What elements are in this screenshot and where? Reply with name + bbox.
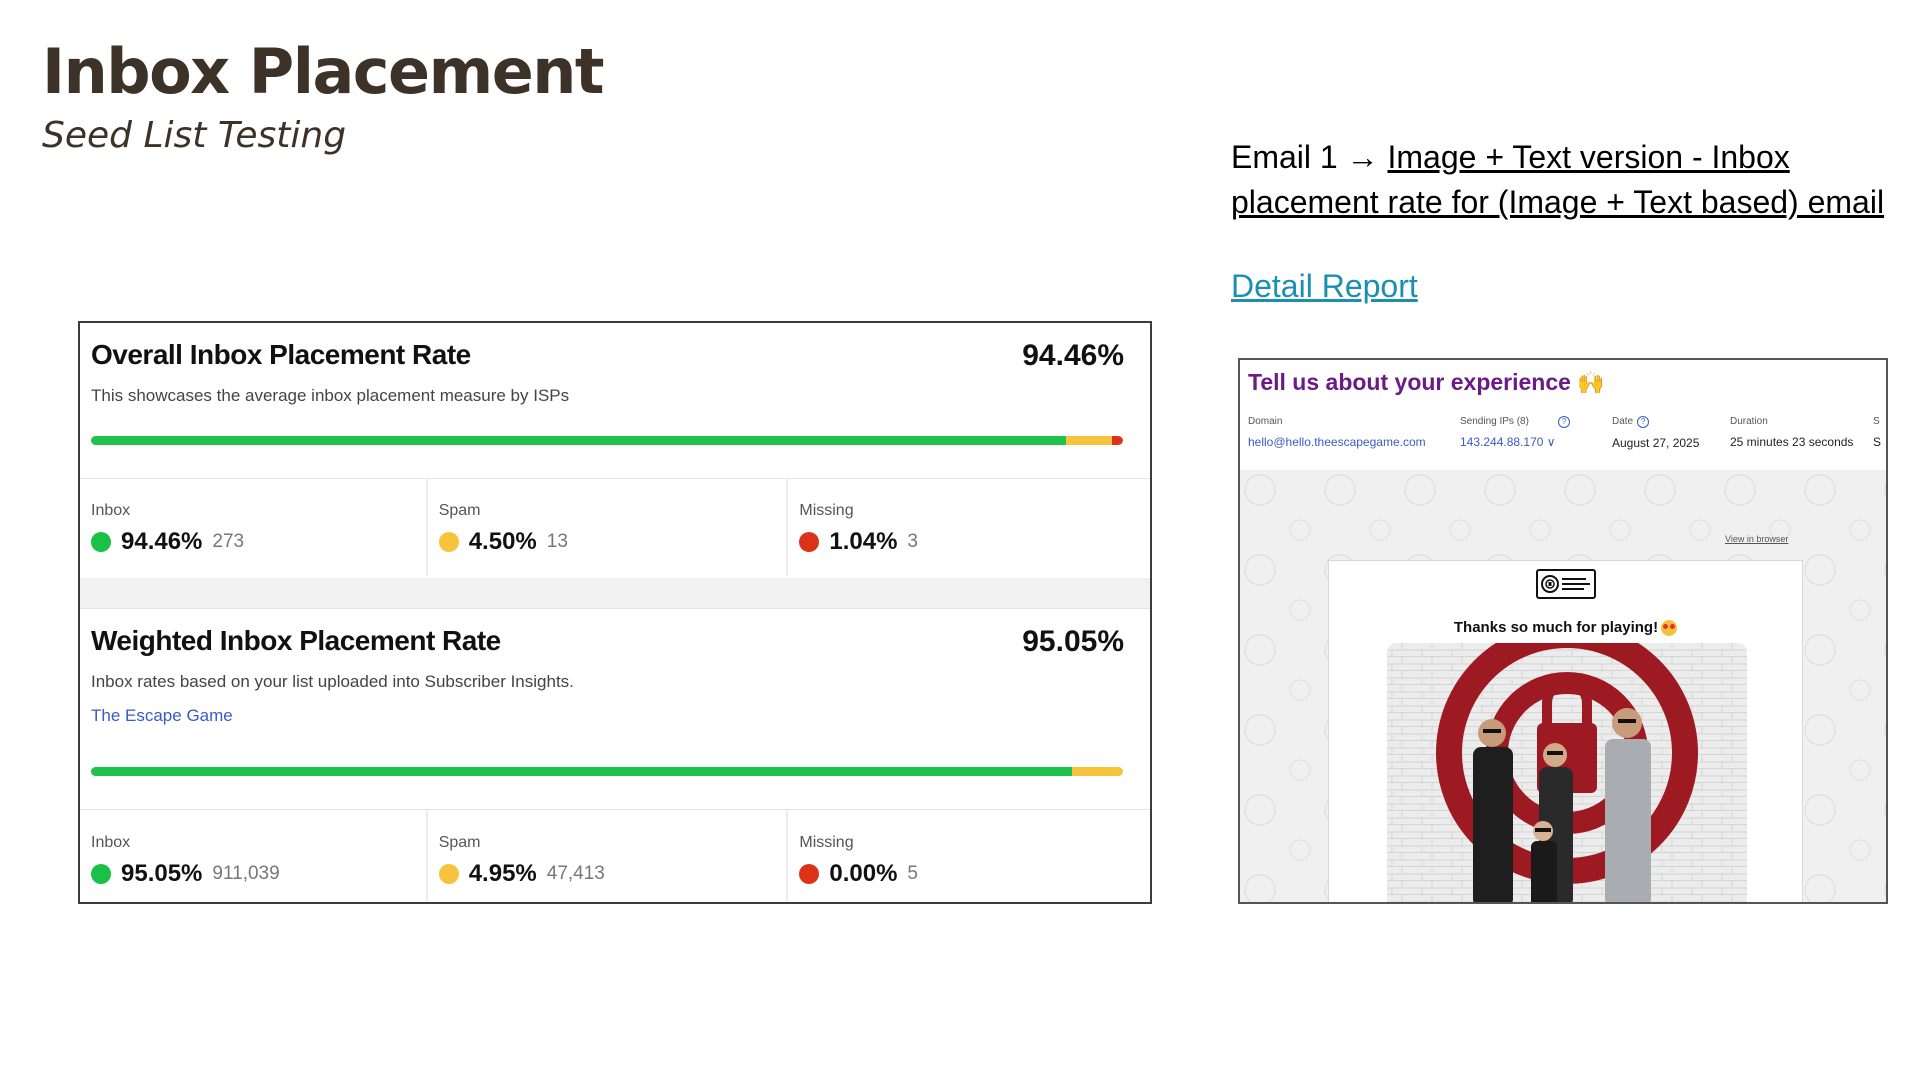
email-preview-title: Tell us about your experience 🙌 xyxy=(1248,369,1604,396)
metric-value: 95.05% 911,039 xyxy=(91,860,280,888)
overall-metric-inbox: Inbox 94.46% 273 xyxy=(80,478,428,576)
overall-title: Overall Inbox Placement Rate xyxy=(91,339,471,370)
overall-distribution-bar xyxy=(91,436,1123,445)
green-status-dot-icon xyxy=(91,864,111,884)
chevron-down-icon: ∨ xyxy=(1546,435,1556,449)
overall-bar-inbox-segment xyxy=(91,436,1066,445)
family-photo-illustration xyxy=(1387,643,1747,902)
escape-game-link[interactable]: The Escape Game xyxy=(91,706,233,726)
metric-value: 1.04% 3 xyxy=(799,528,918,556)
hands-emoji-icon: 🙌 xyxy=(1576,370,1605,395)
duration-label: Duration xyxy=(1730,416,1768,427)
yellow-status-dot-icon xyxy=(438,532,459,552)
heart-eyes-emoji-icon xyxy=(1661,620,1678,637)
metric-percent: 4.50% xyxy=(468,528,537,555)
weighted-description: Inbox rates based on your list uploaded … xyxy=(91,672,574,691)
overall-rate: 94.46% xyxy=(1022,339,1124,372)
meta-sending-ips: Sending IPs (8) 143.244.88.170 ∨ xyxy=(1460,416,1556,449)
weighted-metric-missing: Missing 0.00% 5 xyxy=(788,810,1150,902)
weighted-bar-spam-segment xyxy=(1071,767,1123,776)
metric-count: 911,039 xyxy=(212,863,280,884)
escape-game-logo xyxy=(1536,569,1596,599)
overall-placement-section: Overall Inbox Placement Rate 94.46% This… xyxy=(80,323,1150,479)
green-status-dot-icon xyxy=(91,532,111,552)
email-preview-title-text: Tell us about your experience xyxy=(1248,369,1571,395)
metric-percent: 1.04% xyxy=(829,528,898,555)
metric-count: 3 xyxy=(907,531,918,552)
red-status-dot-icon xyxy=(799,532,820,552)
weighted-distribution-bar xyxy=(91,767,1123,776)
metric-label: Inbox xyxy=(91,502,131,519)
overall-bar-missing-segment xyxy=(1112,436,1123,445)
sending-ips-dropdown[interactable]: 143.244.88.170 ∨ xyxy=(1460,435,1556,449)
date-value: August 27, 2025 xyxy=(1612,436,1700,450)
date-label: Date xyxy=(1612,416,1634,427)
weighted-title: Weighted Inbox Placement Rate xyxy=(91,625,501,656)
metric-label: Spam xyxy=(438,502,481,519)
metric-percent: 95.05% xyxy=(121,860,203,887)
page-title: Inbox Placement xyxy=(42,35,605,108)
overall-metric-spam: Spam 4.50% 13 xyxy=(428,478,789,576)
metric-value: 4.50% 13 xyxy=(438,528,568,556)
weighted-metric-inbox: Inbox 95.05% 911,039 xyxy=(80,810,428,902)
overall-metric-missing: Missing 1.04% 3 xyxy=(788,478,1150,576)
section-divider xyxy=(80,578,1150,608)
email-content-card: Thanks so much for playing! xyxy=(1328,560,1803,902)
domain-label: Domain xyxy=(1248,416,1283,427)
email-label: Email 1 → xyxy=(1231,139,1388,175)
metric-value: 4.95% 47,413 xyxy=(438,860,605,888)
view-in-browser-link[interactable]: View in browser xyxy=(1725,534,1788,544)
overall-metrics-row: Inbox 94.46% 273 Spam 4.50% 13 Missing 1… xyxy=(80,478,1150,576)
escape-game-logo-icon xyxy=(1541,575,1590,593)
overall-description: This showcases the average inbox placeme… xyxy=(91,386,570,405)
red-status-dot-icon xyxy=(799,864,820,884)
email-preview: Tell us about your experience 🙌 Domain he… xyxy=(1238,358,1888,904)
metric-percent: 4.95% xyxy=(468,860,537,887)
metric-count: 273 xyxy=(212,531,245,552)
thanks-text: Thanks so much for playing! xyxy=(1453,619,1659,636)
hero-photo xyxy=(1387,643,1747,902)
overall-bar-spam-segment xyxy=(1065,436,1113,445)
page-subtitle: Seed List Testing xyxy=(42,115,347,156)
truncated-value: S xyxy=(1873,435,1882,449)
email-description: Email 1 → Image + Text version - Inbox p… xyxy=(1231,135,1901,225)
meta-domain: Domain hello@hello.theescapegame.com xyxy=(1248,416,1426,449)
metric-percent: 94.46% xyxy=(121,528,203,555)
sending-ips-label: Sending IPs (8) xyxy=(1460,416,1529,427)
meta-truncated-column: S S xyxy=(1873,416,1881,449)
weighted-bar-inbox-segment xyxy=(91,767,1072,776)
weighted-placement-section: Weighted Inbox Placement Rate 95.05% Inb… xyxy=(80,608,1150,810)
email-body: View in browser Thanks so much for playi… xyxy=(1240,470,1886,902)
metric-label: Spam xyxy=(438,834,481,851)
help-icon[interactable]: ? xyxy=(1637,416,1650,428)
metric-label: Missing xyxy=(799,502,854,519)
meta-date: Date? August 27, 2025 xyxy=(1612,416,1699,450)
help-icon[interactable]: ? xyxy=(1558,416,1570,428)
truncated-label: S xyxy=(1873,416,1880,427)
weighted-metrics-row: Inbox 95.05% 911,039 Spam 4.95% 47,413 M… xyxy=(80,810,1150,902)
meta-duration: Duration 25 minutes 23 seconds xyxy=(1730,416,1853,449)
metric-percent: 0.00% xyxy=(829,860,898,887)
placement-stats-panel: Overall Inbox Placement Rate 94.46% This… xyxy=(78,321,1152,904)
metric-label: Inbox xyxy=(91,834,131,851)
yellow-status-dot-icon xyxy=(438,864,459,884)
thanks-message: Thanks so much for playing! xyxy=(1329,619,1802,637)
metric-label: Missing xyxy=(799,834,854,851)
sending-ips-value: 143.244.88.170 xyxy=(1460,435,1544,449)
weighted-metric-spam: Spam 4.95% 47,413 xyxy=(428,810,789,902)
metric-count: 5 xyxy=(907,863,918,884)
metric-value: 0.00% 5 xyxy=(799,860,918,888)
metric-count: 13 xyxy=(546,531,568,552)
metric-value: 94.46% 273 xyxy=(91,528,244,556)
domain-value[interactable]: hello@hello.theescapegame.com xyxy=(1248,435,1426,449)
metric-count: 47,413 xyxy=(546,863,605,884)
detail-report-link[interactable]: Detail Report xyxy=(1231,268,1418,305)
weighted-rate: 95.05% xyxy=(1022,625,1124,658)
duration-value: 25 minutes 23 seconds xyxy=(1730,435,1854,449)
